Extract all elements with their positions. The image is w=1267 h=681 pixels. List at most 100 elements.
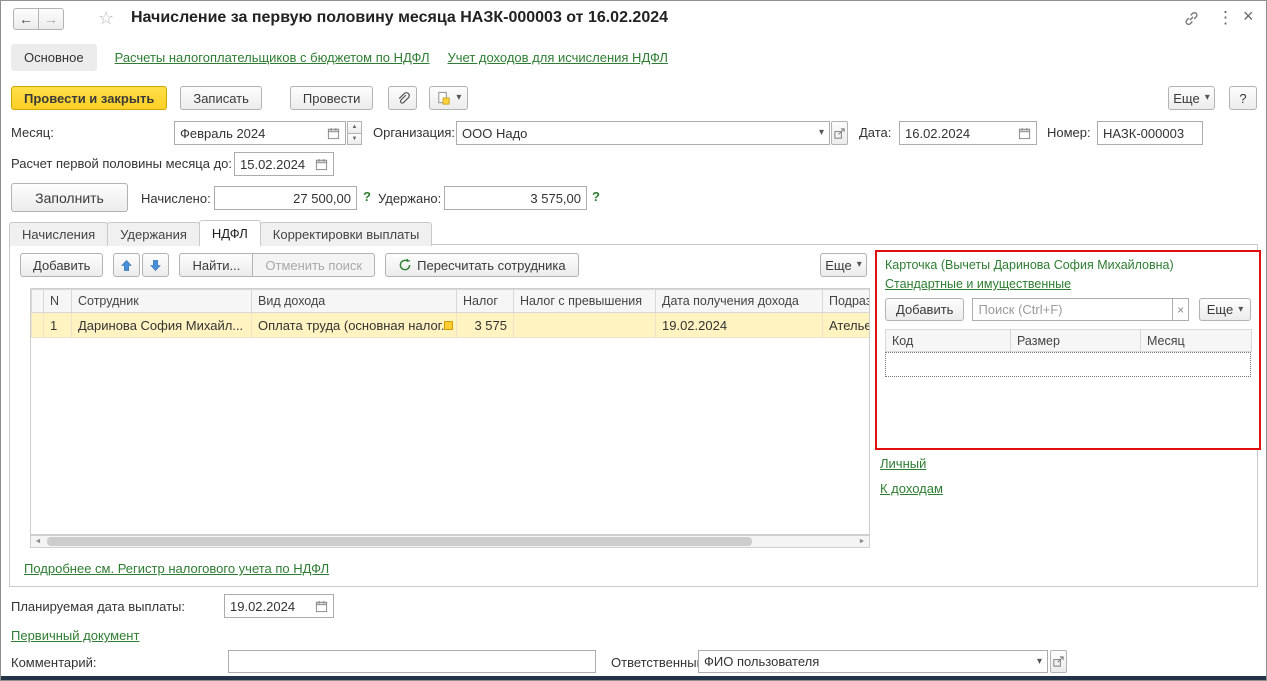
fill-button[interactable]: Заполнить: [11, 183, 128, 212]
scroll-left-icon[interactable]: ◄: [31, 536, 45, 547]
post-and-close-button[interactable]: Провести и закрыть: [11, 86, 168, 110]
combo-caret-icon[interactable]: ▾: [819, 128, 824, 138]
to-income-link[interactable]: К доходам: [880, 481, 943, 496]
accrued-hint-icon[interactable]: ?: [363, 189, 371, 204]
scrollbar-track[interactable]: [45, 536, 855, 547]
table-header-row: N Сотрудник Вид дохода Налог Налог с пре…: [31, 289, 869, 313]
grid-add-label: Добавить: [33, 257, 91, 273]
date-input[interactable]: 16.02.2024: [899, 121, 1037, 145]
scrollbar-thumb[interactable]: [47, 537, 752, 546]
cell-income-type[interactable]: Оплата труда (основная налог...: [251, 312, 457, 338]
document-window: ← → ☆ Начисление за первую половину месяц…: [0, 0, 1267, 681]
month-label: Месяц:: [11, 125, 54, 140]
standard-property-deductions-link[interactable]: Стандартные и имущественные: [885, 277, 1071, 291]
calendar-icon[interactable]: [315, 158, 328, 171]
post-label: Провести: [302, 90, 361, 106]
tab-payment-adjustments[interactable]: Корректировки выплаты: [259, 222, 433, 246]
calendar-icon[interactable]: [1018, 127, 1031, 140]
move-down-button[interactable]: [142, 253, 170, 277]
col-employee[interactable]: Сотрудник: [71, 289, 252, 313]
choose-value-icon[interactable]: [444, 321, 453, 330]
organization-open-button[interactable]: [831, 121, 848, 145]
card-more-button[interactable]: Еще ▾: [1199, 298, 1251, 321]
ndfl-register-link[interactable]: Подробнее см. Регистр налогового учета п…: [24, 561, 329, 576]
col-income-type[interactable]: Вид дохода: [251, 289, 457, 313]
nav-link-income-accounting[interactable]: Учет доходов для исчисления НДФЛ: [447, 50, 667, 65]
horizontal-scrollbar[interactable]: ◄ ►: [30, 535, 870, 548]
tab-accruals[interactable]: Начисления: [9, 222, 109, 246]
cell-employee[interactable]: Даринова София Михайл...: [71, 312, 252, 338]
withheld-hint-icon[interactable]: ?: [592, 189, 600, 204]
primary-document-link[interactable]: Первичный документ: [11, 628, 139, 643]
get-link-icon[interactable]: [1183, 10, 1200, 27]
personal-link[interactable]: Личный: [880, 456, 926, 471]
cancel-find-label: Отменить поиск: [265, 257, 363, 273]
number-input[interactable]: НАЗК-000003: [1097, 121, 1203, 145]
col-month[interactable]: Месяц: [1140, 329, 1252, 352]
write-button[interactable]: Записать: [180, 86, 262, 110]
scroll-right-icon[interactable]: ►: [855, 536, 869, 547]
forward-button[interactable]: →: [38, 8, 64, 30]
month-spinner: ▲ ▼: [347, 121, 362, 145]
spin-down-icon[interactable]: ▼: [347, 133, 362, 145]
calendar-icon[interactable]: [327, 127, 340, 140]
cancel-find-button[interactable]: Отменить поиск: [252, 253, 376, 277]
col-excess-tax[interactable]: Налог с превышения: [513, 289, 656, 313]
date-label: Дата:: [859, 125, 892, 140]
col-code[interactable]: Код: [885, 329, 1011, 352]
recalculate-employee-button[interactable]: Пересчитать сотрудника: [385, 253, 579, 277]
calc-until-input[interactable]: 15.02.2024: [234, 152, 334, 176]
col-size[interactable]: Размер: [1010, 329, 1141, 352]
grid-add-button[interactable]: Добавить: [20, 253, 104, 277]
responsible-open-button[interactable]: [1050, 650, 1067, 673]
table-row[interactable]: 1 Даринова София Михайл... Оплата труда …: [31, 312, 869, 338]
cell-n[interactable]: 1: [43, 312, 72, 338]
organization-combo[interactable]: ООО Надо ▾: [456, 121, 830, 145]
col-income-date[interactable]: Дата получения дохода: [655, 289, 823, 313]
card-add-button[interactable]: Добавить: [885, 298, 965, 321]
accrued-input[interactable]: 27 500,00: [214, 186, 357, 210]
cell-income-date[interactable]: 19.02.2024: [655, 312, 823, 338]
more-menu-icon[interactable]: ⋮: [1217, 8, 1234, 28]
col-tax[interactable]: Налог: [456, 289, 514, 313]
cell-tax[interactable]: 3 575: [456, 312, 514, 338]
spin-up-icon[interactable]: ▲: [347, 121, 362, 134]
card-search-input[interactable]: [972, 298, 1173, 321]
attachments-button[interactable]: [388, 86, 418, 110]
page-title: Начисление за первую половину месяца НАЗ…: [131, 9, 669, 26]
tab-ndfl[interactable]: НДФЛ: [198, 220, 261, 246]
responsible-label: Ответственный:: [611, 655, 708, 670]
cell-division[interactable]: Ателье: [822, 312, 869, 338]
empty-row-cursor[interactable]: [885, 352, 1251, 377]
help-button[interactable]: ?: [1229, 86, 1257, 110]
grid-more-button[interactable]: Еще ▾: [820, 253, 867, 277]
caret-down-icon: ▾: [456, 92, 462, 103]
withheld-input[interactable]: 3 575,00: [444, 186, 587, 210]
col-division[interactable]: Подраздел: [822, 289, 869, 313]
back-button[interactable]: ←: [13, 8, 39, 30]
cell-excess-tax[interactable]: [513, 312, 656, 338]
create-based-on-button[interactable]: ▾: [429, 86, 469, 110]
close-icon[interactable]: ×: [1243, 6, 1254, 27]
month-input[interactable]: Февраль 2024: [174, 121, 346, 145]
col-n[interactable]: N: [43, 289, 72, 313]
toolbar-more-button[interactable]: Еще ▾: [1168, 86, 1215, 110]
move-up-button[interactable]: [113, 253, 141, 277]
deductions-card: Карточка (Вычеты Даринова София Михайлов…: [875, 250, 1261, 450]
comment-input[interactable]: [228, 650, 596, 673]
ndfl-table: N Сотрудник Вид дохода Налог Налог с пре…: [30, 288, 870, 535]
organization-value: ООО Надо: [462, 125, 528, 141]
tab-deductions[interactable]: Удержания: [107, 222, 200, 246]
find-button[interactable]: Найти...: [179, 253, 254, 277]
calendar-icon[interactable]: [315, 600, 328, 613]
favorite-star-icon[interactable]: ☆: [98, 8, 114, 29]
responsible-combo[interactable]: ФИО пользователя ▾: [698, 650, 1048, 673]
clear-search-icon[interactable]: ×: [1172, 298, 1189, 321]
help-label: ?: [1239, 90, 1247, 106]
accrued-label: Начислено:: [141, 191, 211, 206]
tab-main[interactable]: Основное: [11, 43, 97, 71]
planned-payment-date-input[interactable]: 19.02.2024: [224, 594, 334, 618]
combo-caret-icon[interactable]: ▾: [1037, 656, 1042, 667]
nav-link-settlements[interactable]: Расчеты налогоплательщиков с бюджетом по…: [115, 50, 430, 65]
post-button[interactable]: Провести: [289, 86, 374, 110]
